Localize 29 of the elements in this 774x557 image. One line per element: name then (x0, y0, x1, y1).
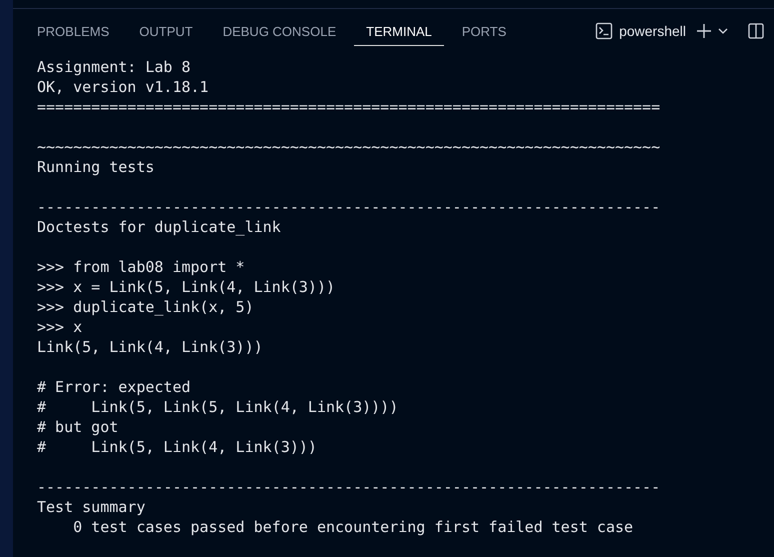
panel-tab[interactable]: PORTS (450, 16, 518, 46)
terminal-line: # Error: expected (37, 377, 192, 397)
panel-tab[interactable]: OUTPUT (127, 16, 205, 46)
terminal-line: ~~~~~~~~~~~~~~~~~~~~~~~~~~~~~~~~~~~~~~~~~~~~~~~~~~~~~~~~~~~~~~~~~~~~~ (37, 137, 662, 157)
panel-tab[interactable]: PROBLEMS (25, 16, 122, 46)
terminal-line: # Link(5, Link(5, Link(4, Link(3)))) (37, 397, 400, 417)
terminal-line: Test summary (37, 497, 146, 517)
terminal-line: OK, version v1.18.1 (37, 77, 210, 97)
terminal-line: >>> duplicate_link(x, 5) (37, 297, 255, 317)
terminal-line: Assignment: Lab 8 (37, 57, 192, 77)
terminal-line: ===================================================================== (37, 97, 662, 117)
terminal-line: Doctests for duplicate_link (37, 217, 282, 237)
panel-tab[interactable]: TERMINAL (354, 16, 444, 46)
terminal-line: >>> x (37, 317, 84, 337)
panel-tab[interactable]: DEBUG CONSOLE (210, 16, 348, 46)
terminal-line: >>> x = Link(5, Link(4, Link(3))) (37, 277, 336, 297)
terminal-line: # Link(5, Link(4, Link(3))) (37, 437, 318, 457)
terminal-line: 0 test cases passed before encountering first failed test case (72, 517, 634, 537)
terminal-line: # but got (37, 417, 120, 437)
terminal-line: Running tests (37, 157, 156, 177)
terminal-line: >>> from lab08 import * (37, 257, 246, 277)
terminal-line: --------------------------------------------------------------------- (37, 477, 662, 497)
chevron-down-icon[interactable] (718, 28, 728, 34)
plus-icon[interactable] (696, 23, 712, 39)
terminal-icon[interactable] (595, 22, 614, 40)
terminal-line: --------------------------------------------------------------------- (37, 197, 662, 217)
terminal-profile-label[interactable]: powershell (619, 23, 686, 39)
split-icon[interactable] (748, 23, 764, 39)
terminal-line: Link(5, Link(4, Link(3))) (37, 337, 264, 357)
